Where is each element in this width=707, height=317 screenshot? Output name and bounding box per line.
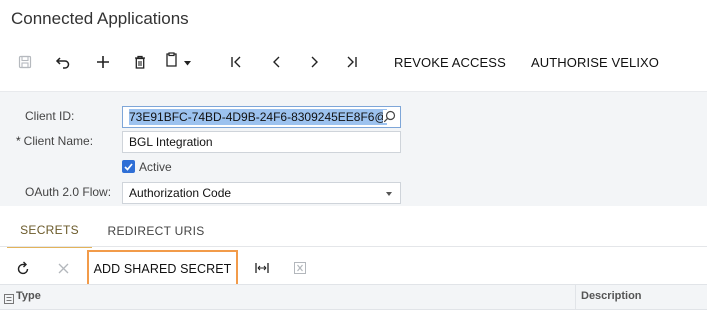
last-page-icon[interactable] — [340, 44, 364, 80]
client-name-value: BGL Integration — [129, 135, 213, 149]
clipboard-icon — [165, 52, 178, 72]
copy-paste-menu[interactable] — [160, 44, 196, 80]
undo-icon[interactable] — [51, 44, 75, 80]
search-icon[interactable] — [383, 110, 396, 126]
save-icon[interactable] — [13, 44, 37, 80]
column-header-type[interactable]: Type — [16, 290, 41, 302]
active-label: Active — [139, 160, 172, 174]
row-selector-icon[interactable] — [4, 291, 14, 309]
next-icon[interactable] — [303, 44, 327, 80]
refresh-icon[interactable] — [13, 252, 33, 284]
client-id-value: 73E91BFC-74BD-4D9B-24F6-8309245EE8F6@ — [129, 109, 387, 125]
main-toolbar: REVOKE ACCESS AUTHORISE VELIXO — [0, 44, 707, 80]
oauth-flow-label: OAuth 2.0 Flow: — [25, 185, 112, 199]
oauth-flow-value: Authorization Code — [129, 186, 232, 200]
tab-secrets[interactable]: SECRETS — [7, 214, 92, 248]
client-id-field[interactable]: 73E91BFC-74BD-4D9B-24F6-8309245EE8F6@ — [122, 106, 401, 128]
oauth-flow-select[interactable]: Authorization Code — [122, 182, 401, 204]
authorise-velixo-button[interactable]: AUTHORISE VELIXO — [531, 44, 659, 80]
active-checkbox[interactable] — [122, 160, 135, 173]
client-id-label: Client ID: — [25, 109, 75, 123]
required-indicator: * — [16, 134, 21, 148]
excel-export-icon[interactable] — [289, 252, 311, 284]
plus-icon[interactable] — [91, 44, 115, 80]
column-divider — [575, 285, 576, 309]
client-name-label: * Client Name: — [16, 134, 93, 148]
tab-redirect-uris[interactable]: REDIRECT URIS — [100, 214, 212, 248]
tab-bar: SECRETS REDIRECT URIS — [0, 214, 707, 248]
trash-icon[interactable] — [128, 44, 152, 80]
first-page-icon[interactable] — [224, 44, 248, 80]
add-shared-secret-button[interactable]: ADD SHARED SECRET — [87, 250, 238, 287]
revoke-access-button[interactable]: REVOKE ACCESS — [394, 44, 506, 80]
client-name-label-text: Client Name: — [23, 134, 94, 148]
close-icon[interactable] — [53, 252, 73, 284]
chevron-down-icon — [184, 53, 191, 71]
tab-divider — [0, 246, 707, 247]
client-name-field[interactable]: BGL Integration — [122, 131, 401, 153]
application-form: Client ID: 73E91BFC-74BD-4D9B-24F6-83092… — [0, 91, 707, 206]
fit-columns-icon[interactable] — [251, 252, 273, 284]
check-icon — [124, 162, 133, 171]
previous-icon[interactable] — [264, 44, 288, 80]
grid-header: Type Description — [0, 284, 707, 310]
column-header-description[interactable]: Description — [581, 290, 642, 302]
chevron-down-icon — [386, 192, 392, 196]
page-title: Connected Applications — [11, 9, 189, 28]
